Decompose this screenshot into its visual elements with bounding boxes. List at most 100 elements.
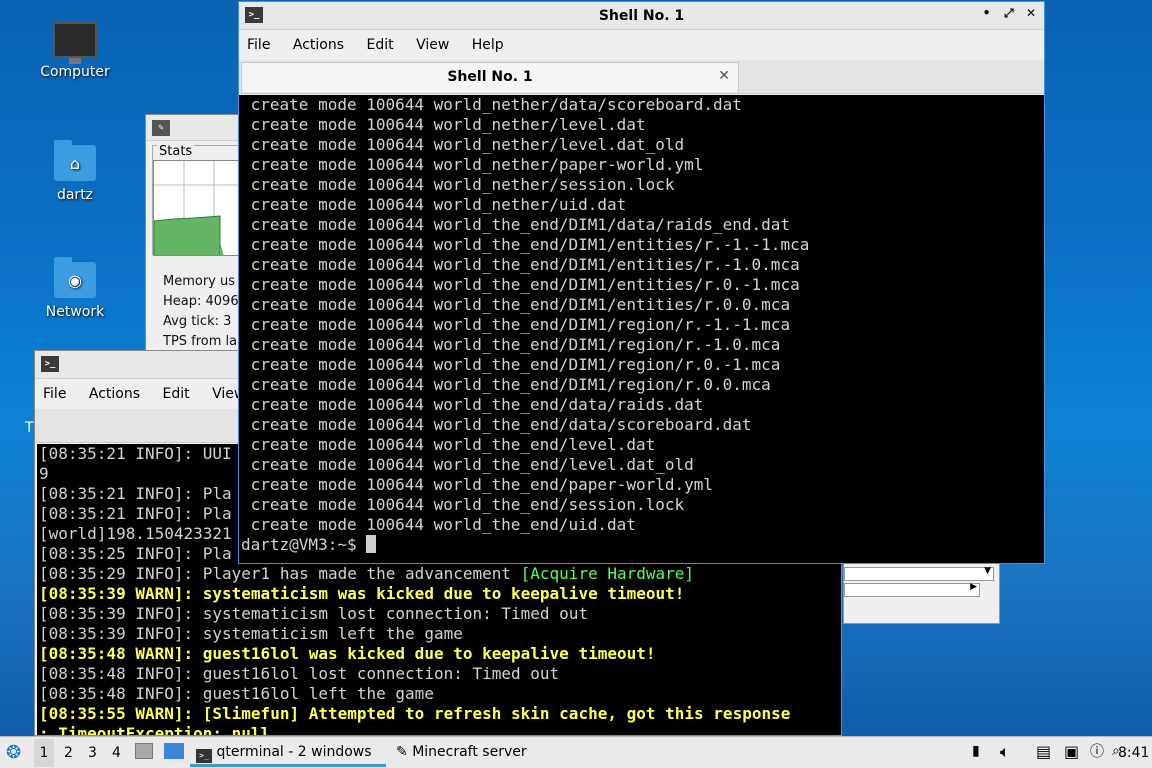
- window-title: Shell No. 1: [598, 8, 685, 24]
- desktop-icon-label: Computer: [40, 64, 110, 80]
- notes-icon[interactable]: ▤: [1036, 742, 1051, 761]
- console-line: [08:35:39 WARN]: systematicism was kicke…: [39, 584, 839, 604]
- terminal-line: create mode 100644 world_the_end/DIM1/en…: [241, 275, 800, 294]
- terminal-line: create mode 100644 world_nether/data/sco…: [241, 95, 742, 114]
- truncated-desktop-label: T: [25, 420, 34, 436]
- minecraft-server-window-part: ▼ ▶: [843, 562, 1000, 624]
- desktop-icon-home[interactable]: ⌂ dartz: [25, 140, 125, 203]
- menu-view[interactable]: View: [416, 37, 449, 53]
- notification-icon[interactable]: ⓘ: [1090, 741, 1104, 761]
- file-manager-icon[interactable]: [135, 743, 153, 759]
- tps-label: TPS from la: [163, 334, 238, 349]
- shell-window[interactable]: >_ Shell No. 1 • ⤢ ✕ File Actions Edit V…: [238, 1, 1045, 564]
- tab-close-icon[interactable]: ✕: [718, 68, 730, 84]
- terminal-line: create mode 100644 world_the_end/paper-w…: [241, 475, 714, 494]
- menu-edit[interactable]: Edit: [366, 37, 393, 53]
- terminal-line: create mode 100644 world_the_end/data/ra…: [241, 395, 704, 414]
- terminal-line: create mode 100644 world_the_end/session…: [241, 495, 685, 514]
- console-line-text: [08:35:55 WARN]: [Slimefun] Attempted to…: [39, 704, 791, 723]
- terminal-icon: >_: [41, 356, 59, 372]
- shell-menubar: File Actions Edit View Help: [239, 30, 1044, 60]
- console-line-text: 9: [39, 464, 49, 483]
- terminal-line: create mode 100644 world_the_end/DIM1/en…: [241, 255, 800, 274]
- horizontal-scrollbar[interactable]: ▶: [844, 582, 980, 597]
- terminal-line: create mode 100644 world_the_end/DIM1/re…: [241, 315, 791, 334]
- app-icon: ✎: [152, 120, 170, 136]
- terminal-line: create mode 100644 world_nether/level.da…: [241, 135, 685, 154]
- console-line-text: [08:35:21 INFO]: UUI: [39, 444, 232, 463]
- stats-label: Stats: [157, 144, 195, 159]
- console-line: [08:35:55 WARN]: [Slimefun] Attempted to…: [39, 704, 839, 724]
- console-line-text: [08:35:21 INFO]: Pla: [39, 484, 232, 503]
- task-minecraft-server[interactable]: ✎ Minecraft server: [390, 739, 570, 767]
- clock: 8:41: [1118, 745, 1150, 761]
- show-desktop-icon[interactable]: [164, 743, 184, 759]
- terminal-line: create mode 100644 world_the_end/DIM1/da…: [241, 215, 791, 234]
- console-line-text: [08:35:29 INFO]: Player1 has made the ad…: [39, 564, 521, 583]
- console-line: : TimeoutException: null: [39, 724, 839, 736]
- terminal-line: create mode 100644 world_the_end/DIM1/en…: [241, 295, 791, 314]
- task-qterminal[interactable]: >_ qterminal - 2 windows: [190, 739, 386, 767]
- prompt-line: dartz@VM3:~$: [241, 535, 1042, 555]
- menu-file[interactable]: File: [43, 386, 66, 402]
- menu-actions[interactable]: Actions: [89, 386, 140, 402]
- desktop-icon-network[interactable]: ◉ Network: [25, 257, 125, 320]
- minimize-icon[interactable]: •: [978, 6, 996, 20]
- console-line-text: [08:35:39 INFO]: systematicism left the …: [39, 624, 463, 643]
- chevron-down-icon: ▼: [984, 566, 991, 576]
- console-line-text: [08:35:25 INFO]: Pla: [39, 544, 232, 563]
- taskbar: ❂ 1 2 3 4 >_ qterminal - 2 windows ✎ Min…: [0, 736, 1152, 768]
- terminal-line: create mode 100644 world_the_end/level.d…: [241, 435, 656, 454]
- terminal-line: create mode 100644 world_the_end/DIM1/re…: [241, 375, 771, 394]
- workspace-1[interactable]: 1: [34, 739, 54, 767]
- memory-usage-label: Memory us: [163, 274, 236, 289]
- menu-actions[interactable]: Actions: [293, 37, 344, 53]
- home-folder-icon: ⌂: [54, 140, 96, 181]
- close-icon[interactable]: ✕: [1022, 6, 1040, 20]
- console-line: [08:35:29 INFO]: Player1 has made the ad…: [39, 564, 839, 584]
- start-menu-icon[interactable]: ❂: [6, 742, 21, 763]
- terminal-line: create mode 100644 world_the_end/DIM1/re…: [241, 335, 781, 354]
- console-line-text: [world]198.150423321: [39, 524, 232, 543]
- maximize-icon[interactable]: ⤢: [1000, 6, 1018, 21]
- network-status-icon[interactable]: ▣: [1064, 742, 1079, 761]
- menu-file[interactable]: File: [247, 37, 270, 53]
- console-line-text: [08:35:21 INFO]: Pla: [39, 504, 232, 523]
- scroll-right-icon: ▶: [970, 582, 977, 592]
- desktop-icon-label: dartz: [56, 187, 94, 203]
- terminal-icon: >_: [196, 749, 212, 763]
- shell-titlebar[interactable]: >_ Shell No. 1 • ⤢ ✕: [239, 2, 1044, 30]
- console-line: [08:35:39 INFO]: systematicism left the …: [39, 624, 839, 644]
- menu-edit[interactable]: Edit: [162, 386, 189, 402]
- shell-output[interactable]: create mode 100644 world_nether/data/sco…: [239, 95, 1044, 563]
- player-dropdown[interactable]: ▼: [844, 566, 994, 581]
- terminal-line: create mode 100644 world_nether/uid.dat: [241, 195, 627, 214]
- volume-icon[interactable]: 🔈︎: [1000, 742, 1010, 762]
- heap-label: Heap: 4096: [163, 294, 239, 309]
- console-line-text: : TimeoutException: null: [39, 724, 271, 736]
- task-label: qterminal - 2 windows: [216, 744, 372, 760]
- tab-shell-1[interactable]: Shell No. 1 ✕: [241, 62, 739, 92]
- app-icon: ✎: [396, 744, 408, 760]
- desktop-icon-computer[interactable]: Computer: [25, 22, 125, 80]
- terminal-line: create mode 100644 world_nether/paper-wo…: [241, 155, 704, 174]
- console-line-text: [08:35:48 WARN]: guest16lol was kicked d…: [39, 644, 656, 663]
- console-line: [08:35:48 INFO]: guest16lol left the gam…: [39, 684, 839, 704]
- terminal-line: create mode 100644 world_nether/session.…: [241, 175, 675, 194]
- workspace-2[interactable]: 2: [64, 745, 73, 761]
- terminal-line: create mode 100644 world_the_end/DIM1/en…: [241, 235, 810, 254]
- terminal-line: create mode 100644 world_the_end/level.d…: [241, 455, 694, 474]
- terminal-line: create mode 100644 world_the_end/data/sc…: [241, 415, 752, 434]
- window-controls: • ⤢ ✕: [978, 6, 1040, 21]
- clipboard-icon[interactable]: ▮: [972, 743, 980, 759]
- avg-tick-label: Avg tick: 3: [163, 314, 232, 329]
- workspace-3[interactable]: 3: [88, 745, 97, 761]
- shell-prompt: dartz@VM3:~$: [241, 535, 367, 554]
- tab-label: Shell No. 1: [447, 69, 533, 85]
- shell-tabbar: Shell No. 1 ✕: [239, 60, 1044, 94]
- advancement-name: [Acquire Hardware]: [520, 564, 695, 583]
- desktop-icon-label: Network: [45, 304, 105, 320]
- console-line-text: [08:35:39 WARN]: systematicism was kicke…: [39, 584, 685, 603]
- menu-help[interactable]: Help: [472, 37, 504, 53]
- workspace-4[interactable]: 4: [112, 745, 121, 761]
